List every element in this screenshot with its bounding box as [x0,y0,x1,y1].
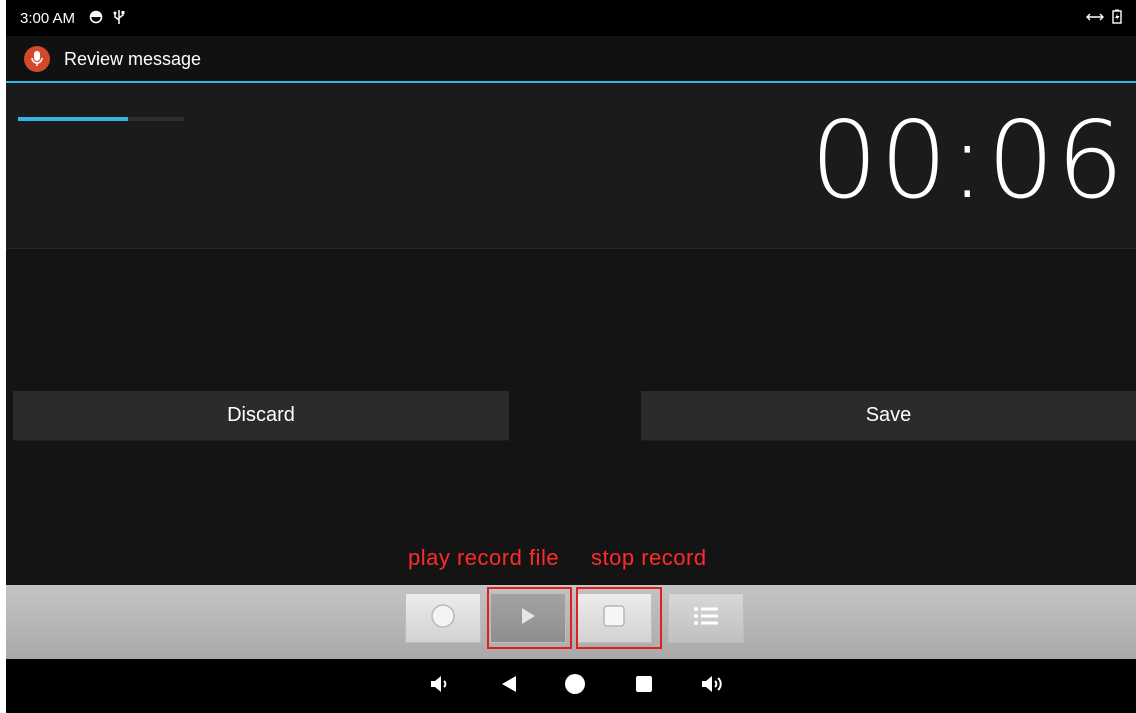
volume-down-button[interactable] [426,674,454,698]
playback-progress [18,117,184,121]
recording-timer: 00:06 [810,99,1126,222]
playback-progress-fill [18,117,128,121]
volume-up-button[interactable] [698,674,726,698]
status-bar: 3:00 AM [6,0,1136,36]
battery-charging-icon [1112,9,1122,28]
list-button[interactable] [668,593,744,643]
record-panel: 00:06 [6,83,1136,249]
record-button[interactable] [405,593,481,643]
status-right-icons [1086,9,1122,28]
alarm-icon [89,10,103,28]
home-button[interactable] [561,673,589,700]
usb-icon [113,9,125,29]
microphone-icon[interactable] [24,46,50,72]
home-icon [564,673,586,700]
record-icon [430,603,456,634]
status-time: 3:00 AM [20,10,76,27]
recents-button[interactable] [630,674,658,698]
device-screen: 3:00 AM Review message 00:06 Discard Sav… [6,0,1136,713]
save-button[interactable]: Save [641,391,1136,441]
navigation-bar [6,659,1136,713]
list-icon [693,605,719,632]
status-left-icons [89,9,125,29]
volume-down-icon [429,674,451,699]
recents-icon [634,674,654,699]
action-bar: Review message [6,36,1136,83]
annotation-stop: stop record [591,545,707,570]
content-area: Discard Save play record file stop recor… [6,249,1136,585]
volume-up-icon [700,674,724,699]
back-button[interactable] [495,674,523,698]
highlight-stop [576,587,662,649]
recorder-toolbar [6,585,1136,659]
highlight-play [487,587,572,649]
annotation-play: play record file [408,545,560,570]
data-transfer-icon [1086,10,1104,27]
back-icon [499,674,519,699]
discard-button[interactable]: Discard [13,391,509,441]
page-title: Review message [64,49,202,69]
